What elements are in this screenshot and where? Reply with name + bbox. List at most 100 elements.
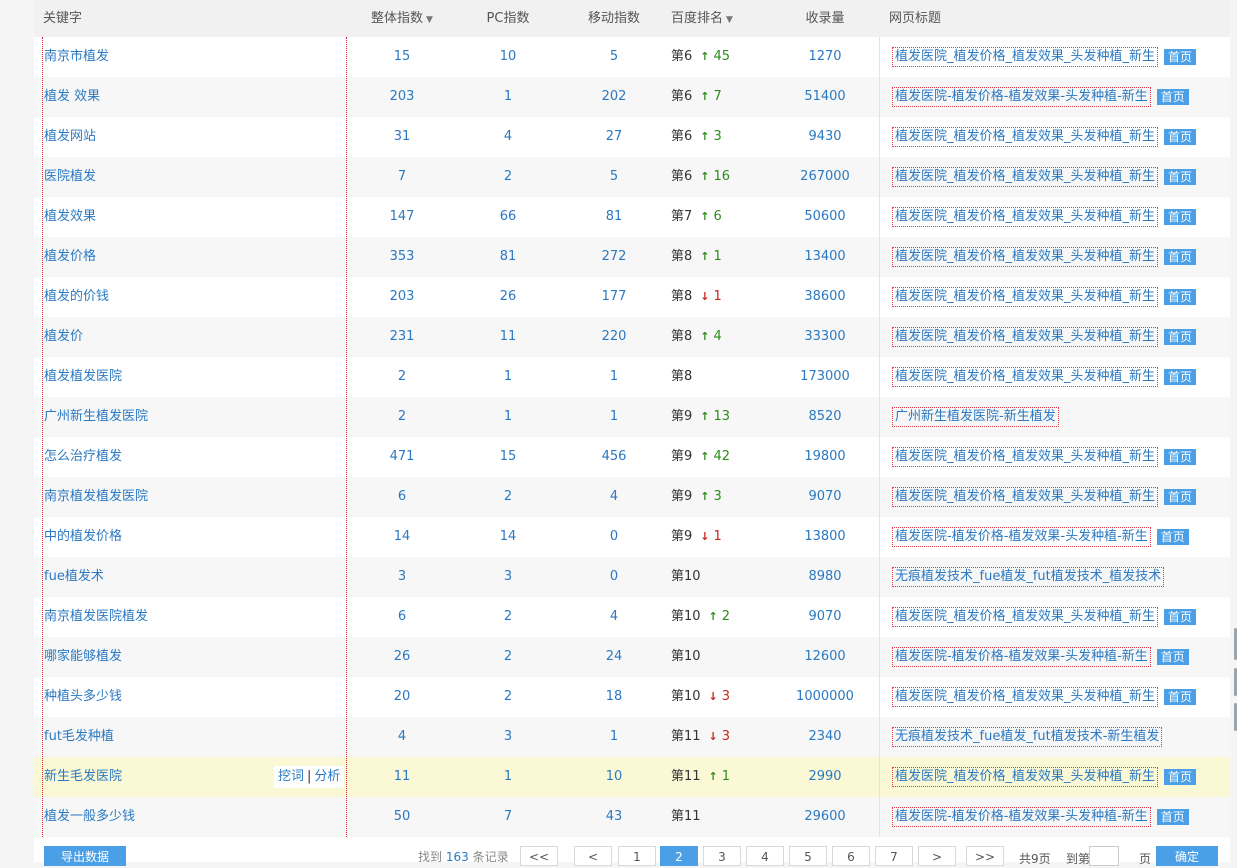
mobile-index-value[interactable]: 1 <box>576 717 652 757</box>
pager-page-button[interactable]: 5 <box>789 846 827 866</box>
page-title-link[interactable]: 广州新生植发医院-新生植发 <box>892 406 1059 427</box>
keyword-link[interactable]: 植发价格 <box>44 237 96 277</box>
pc-index-value[interactable]: 1 <box>470 757 546 797</box>
mobile-index-value[interactable]: 10 <box>576 757 652 797</box>
homepage-badge[interactable]: 首页 <box>1156 88 1189 105</box>
indexed-count[interactable]: 1000000 <box>784 677 866 717</box>
mobile-index-value[interactable]: 81 <box>576 197 652 237</box>
keyword-link[interactable]: 中的植发价格 <box>44 517 122 557</box>
homepage-badge[interactable]: 首页 <box>1164 608 1197 625</box>
homepage-badge[interactable]: 首页 <box>1164 448 1197 465</box>
mobile-index-value[interactable]: 272 <box>576 237 652 277</box>
page-title-link[interactable]: 植发医院_植发价格_植发效果_头发种植_新生 <box>892 606 1159 627</box>
page-title-link[interactable]: 植发医院-植发价格-植发效果-头发种植-新生 <box>892 86 1151 107</box>
indexed-count[interactable]: 51400 <box>784 77 866 117</box>
pc-index-value[interactable]: 15 <box>470 437 546 477</box>
indexed-count[interactable]: 173000 <box>784 357 866 397</box>
pager-prev-button[interactable]: < <box>574 846 612 866</box>
keyword-link[interactable]: 植发一般多少钱 <box>44 797 135 837</box>
pc-index-value[interactable]: 7 <box>470 797 546 837</box>
page-title-link[interactable]: 植发医院-植发价格-植发效果-头发种植-新生 <box>892 526 1151 547</box>
homepage-badge[interactable]: 首页 <box>1156 528 1189 545</box>
indexed-count[interactable]: 8520 <box>784 397 866 437</box>
mobile-index-value[interactable]: 202 <box>576 77 652 117</box>
keyword-link[interactable]: 南京植发植发医院 <box>44 477 148 517</box>
page-title-link[interactable]: 植发医院_植发价格_植发效果_头发种植_新生 <box>892 366 1159 387</box>
keyword-link[interactable]: 植发植发医院 <box>44 357 122 397</box>
page-title-link[interactable]: 植发医院_植发价格_植发效果_头发种植_新生 <box>892 446 1159 467</box>
page-title-link[interactable]: 植发医院-植发价格-植发效果-头发种植-新生 <box>892 806 1151 827</box>
indexed-count[interactable]: 13800 <box>784 517 866 557</box>
total-index-value[interactable]: 7 <box>364 157 440 197</box>
pager-first-button[interactable]: << <box>520 846 558 866</box>
mobile-index-value[interactable]: 1 <box>576 397 652 437</box>
indexed-count[interactable]: 2990 <box>784 757 866 797</box>
pc-index-value[interactable]: 1 <box>470 397 546 437</box>
mobile-index-value[interactable]: 220 <box>576 317 652 357</box>
keyword-link[interactable]: fue植发术 <box>44 557 104 597</box>
page-title-link[interactable]: 植发医院_植发价格_植发效果_头发种植_新生 <box>892 686 1159 707</box>
page-title-link[interactable]: 植发医院_植发价格_植发效果_头发种植_新生 <box>892 326 1159 347</box>
total-index-value[interactable]: 147 <box>364 197 440 237</box>
pc-index-value[interactable]: 26 <box>470 277 546 317</box>
total-index-value[interactable]: 6 <box>364 477 440 517</box>
total-index-value[interactable]: 4 <box>364 717 440 757</box>
mobile-index-value[interactable]: 4 <box>576 477 652 517</box>
indexed-count[interactable]: 267000 <box>784 157 866 197</box>
header-total-index[interactable]: 整体指数 ▼ <box>364 0 440 37</box>
pc-index-value[interactable]: 1 <box>470 357 546 397</box>
indexed-count[interactable]: 29600 <box>784 797 866 837</box>
indexed-count[interactable]: 38600 <box>784 277 866 317</box>
indexed-count[interactable]: 19800 <box>784 437 866 477</box>
indexed-count[interactable]: 9070 <box>784 477 866 517</box>
analyze-link[interactable]: 分析 <box>314 769 340 784</box>
keyword-link[interactable]: fut毛发种植 <box>44 717 114 757</box>
indexed-count[interactable]: 33300 <box>784 317 866 357</box>
page-title-link[interactable]: 植发医院_植发价格_植发效果_头发种植_新生 <box>892 486 1159 507</box>
dig-words-link[interactable]: 挖词 <box>278 769 304 784</box>
mobile-index-value[interactable]: 5 <box>576 157 652 197</box>
total-index-value[interactable]: 3 <box>364 557 440 597</box>
confirm-button[interactable]: 确定 <box>1156 846 1218 866</box>
pager-page-button[interactable]: 3 <box>703 846 741 866</box>
indexed-count[interactable]: 1270 <box>784 37 866 77</box>
indexed-count[interactable]: 13400 <box>784 237 866 277</box>
pc-index-value[interactable]: 2 <box>470 477 546 517</box>
homepage-badge[interactable]: 首页 <box>1164 248 1197 265</box>
pc-index-value[interactable]: 2 <box>470 677 546 717</box>
indexed-count[interactable]: 9070 <box>784 597 866 637</box>
keyword-link[interactable]: 医院植发 <box>44 157 96 197</box>
homepage-badge[interactable]: 首页 <box>1164 128 1197 145</box>
goto-page-input[interactable] <box>1089 846 1119 866</box>
mobile-index-value[interactable]: 0 <box>576 557 652 597</box>
pager-page-button[interactable]: 7 <box>875 846 913 866</box>
total-index-value[interactable]: 11 <box>364 757 440 797</box>
indexed-count[interactable]: 2340 <box>784 717 866 757</box>
total-index-value[interactable]: 15 <box>364 37 440 77</box>
pager-last-button[interactable]: >> <box>966 846 1004 866</box>
keyword-link[interactable]: 植发的价钱 <box>44 277 109 317</box>
homepage-badge[interactable]: 首页 <box>1164 208 1197 225</box>
homepage-badge[interactable]: 首页 <box>1164 368 1197 385</box>
total-index-value[interactable]: 353 <box>364 237 440 277</box>
keyword-link[interactable]: 广州新生植发医院 <box>44 397 148 437</box>
keyword-link[interactable]: 怎么治疗植发 <box>44 437 122 477</box>
mobile-index-value[interactable]: 177 <box>576 277 652 317</box>
pc-index-value[interactable]: 4 <box>470 117 546 157</box>
mobile-index-value[interactable]: 18 <box>576 677 652 717</box>
pc-index-value[interactable]: 81 <box>470 237 546 277</box>
page-title-link[interactable]: 植发医院_植发价格_植发效果_头发种植_新生 <box>892 126 1159 147</box>
page-title-link[interactable]: 植发医院_植发价格_植发效果_头发种植_新生 <box>892 206 1159 227</box>
keyword-link[interactable]: 南京植发医院植发 <box>44 597 148 637</box>
export-data-button[interactable]: 导出数据 <box>44 846 126 866</box>
mobile-index-value[interactable]: 27 <box>576 117 652 157</box>
keyword-link[interactable]: 植发价 <box>44 317 83 357</box>
mobile-index-value[interactable]: 0 <box>576 517 652 557</box>
mobile-index-value[interactable]: 5 <box>576 37 652 77</box>
page-title-link[interactable]: 植发医院_植发价格_植发效果_头发种植_新生 <box>892 766 1159 787</box>
total-index-value[interactable]: 203 <box>364 277 440 317</box>
keyword-link[interactable]: 新生毛发医院 <box>44 757 122 797</box>
pc-index-value[interactable]: 10 <box>470 37 546 77</box>
mobile-index-value[interactable]: 24 <box>576 637 652 677</box>
pager-page-button[interactable]: 4 <box>746 846 784 866</box>
